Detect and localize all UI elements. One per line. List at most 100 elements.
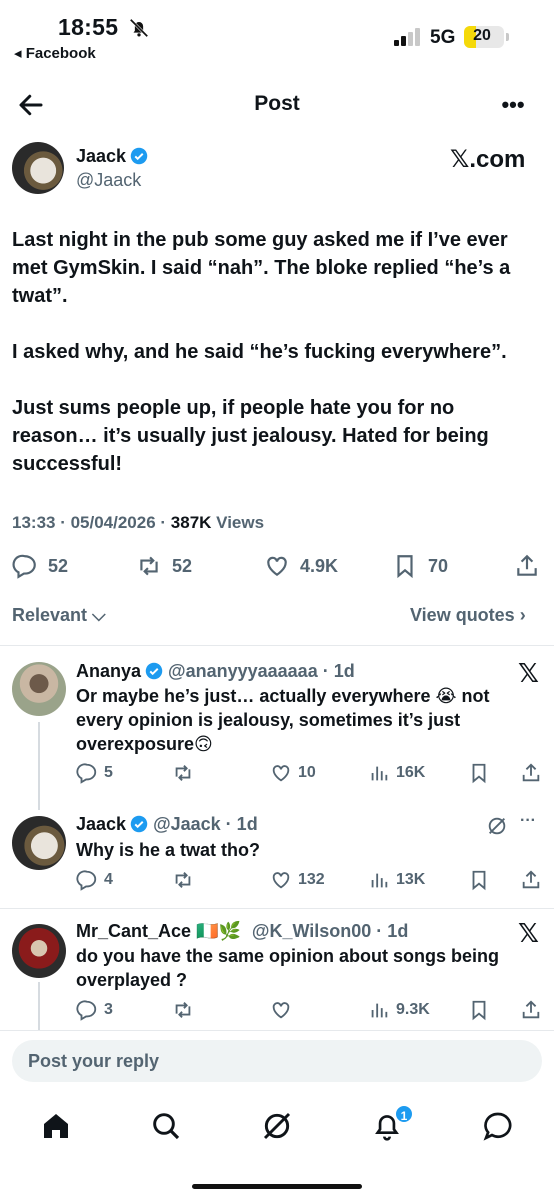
post-paragraph: Just sums people up, if people hate you …	[12, 397, 489, 475]
like-button[interactable]: 4.9K	[264, 550, 338, 582]
bookmark-button[interactable]: 70	[392, 550, 448, 582]
bookmark-icon	[472, 1000, 486, 1021]
views-button[interactable]: 16K	[368, 760, 425, 786]
verified-badge-icon	[130, 815, 148, 833]
reply-author-name[interactable]: Ananya	[76, 661, 141, 681]
x-logo-icon: 𝕏	[518, 918, 539, 948]
back-to-app-link[interactable]: ◂ Facebook	[14, 44, 96, 62]
avatar[interactable]	[12, 142, 64, 194]
bell-muted-icon	[129, 18, 149, 38]
grok-icon[interactable]	[486, 815, 508, 837]
reply-icon	[76, 1000, 97, 1021]
verified-badge-icon	[145, 662, 163, 680]
bottom-nav	[0, 1100, 554, 1160]
reply-author-name[interactable]: Mr_Cant_Ace 🇮🇪🌿	[76, 921, 241, 941]
messages-icon[interactable]	[482, 1110, 514, 1142]
share-icon	[522, 763, 540, 782]
repost-button[interactable]	[172, 760, 194, 786]
reply-count: 3	[104, 1001, 113, 1018]
author-handle[interactable]: @Jaack	[76, 170, 141, 191]
repost-count: 52	[172, 555, 193, 576]
reply-button[interactable]: 5	[76, 760, 113, 786]
views-button[interactable]: 13K	[368, 867, 425, 893]
reply-icon	[12, 554, 36, 579]
network-type: 5G	[430, 27, 456, 48]
reply-button[interactable]: 4	[76, 867, 113, 893]
repost-button[interactable]	[172, 997, 194, 1023]
home-indicator	[192, 1184, 362, 1189]
reply-icon	[76, 763, 97, 784]
like-count: 132	[298, 871, 325, 888]
author-name: Jaack	[76, 146, 127, 166]
post-meta: 13:33 · 05/04/2026 · 387K Views	[12, 513, 264, 533]
like-button[interactable]: 132	[270, 867, 325, 893]
reply-handle[interactable]: @ananyyyaaaaaa · 1d	[168, 661, 355, 681]
reply-actions: 5 10 16K	[76, 760, 546, 786]
page-title: Post	[254, 92, 300, 115]
bookmark-button[interactable]	[468, 760, 490, 786]
sort-dropdown[interactable]: Relevant ⌵	[12, 605, 106, 626]
share-button[interactable]	[514, 550, 540, 582]
reply-header: Ananya @ananyyyaaaaaa · 1d	[76, 661, 355, 682]
battery-level: 20	[473, 27, 491, 44]
notification-badge: 1	[394, 1104, 414, 1124]
view-quotes-link[interactable]: View quotes ›	[410, 605, 526, 626]
reply-actions: 4 132 13K	[76, 867, 546, 893]
repost-button[interactable]	[172, 867, 194, 893]
bookmark-icon	[472, 870, 486, 891]
like-count: 4.9K	[300, 555, 339, 576]
views-icon	[371, 1003, 388, 1018]
divider	[0, 645, 554, 646]
heart-icon	[272, 1002, 290, 1019]
views-count: 9.3K	[396, 1001, 430, 1018]
reply-count: 5	[104, 764, 113, 781]
search-icon[interactable]	[150, 1110, 182, 1142]
bookmark-count: 70	[428, 555, 449, 576]
views-label: Views	[216, 513, 265, 532]
reply-author-name[interactable]: Jaack	[76, 814, 126, 834]
repost-icon	[175, 872, 191, 888]
reply-header: Jaack @Jaack · 1d	[76, 814, 258, 835]
reply-handle[interactable]: @K_Wilson00 · 1d	[252, 921, 408, 941]
share-button[interactable]	[520, 997, 542, 1023]
share-button[interactable]	[520, 867, 542, 893]
share-button[interactable]	[520, 760, 542, 786]
clock: 18:55	[58, 14, 119, 40]
like-button[interactable]: 10	[270, 760, 316, 786]
repost-button[interactable]: 52	[136, 550, 192, 582]
share-icon	[522, 870, 540, 889]
post-paragraph: Last night in the pub some guy asked me …	[12, 229, 511, 307]
repost-icon	[175, 765, 191, 781]
reply-handle[interactable]: @Jaack · 1d	[153, 814, 258, 834]
more-options-icon[interactable]: ···	[520, 812, 536, 830]
grok-icon[interactable]	[261, 1110, 293, 1142]
heart-icon	[267, 556, 287, 576]
more-options-icon[interactable]: •••	[498, 92, 528, 118]
views-count: 16K	[396, 764, 426, 781]
bookmark-button[interactable]	[468, 997, 490, 1023]
home-icon[interactable]	[40, 1110, 72, 1142]
reply-button[interactable]: 52	[12, 550, 68, 582]
reply-text: Why is he a twat tho?	[76, 840, 261, 860]
divider	[0, 1030, 554, 1031]
post-paragraph: I asked why, and he said “he’s fucking e…	[12, 341, 507, 363]
reply-text: Or maybe he’s just… actually everywhere …	[76, 686, 490, 754]
reply-icon	[76, 870, 97, 891]
avatar[interactable]	[12, 816, 66, 870]
views-icon	[371, 873, 388, 888]
reply-button[interactable]: 3	[76, 997, 113, 1023]
reply-actions: 3 9.3K	[76, 997, 546, 1023]
reply-header: Mr_Cant_Ace 🇮🇪🌿 @K_Wilson00 · 1d	[76, 921, 408, 942]
author-name-row[interactable]: Jaack	[76, 146, 148, 167]
bookmark-icon	[397, 555, 413, 579]
views-button[interactable]: 9.3K	[368, 997, 430, 1023]
share-icon	[517, 554, 537, 576]
reply-input-placeholder: Post your reply	[28, 1051, 160, 1071]
repost-icon	[140, 556, 158, 576]
reply-input[interactable]: Post your reply	[12, 1040, 542, 1082]
like-button[interactable]	[270, 997, 292, 1023]
avatar[interactable]	[12, 924, 66, 978]
bookmark-button[interactable]	[468, 867, 490, 893]
avatar[interactable]	[12, 662, 66, 716]
reply-text: do you have the same opinion about songs…	[76, 946, 500, 990]
